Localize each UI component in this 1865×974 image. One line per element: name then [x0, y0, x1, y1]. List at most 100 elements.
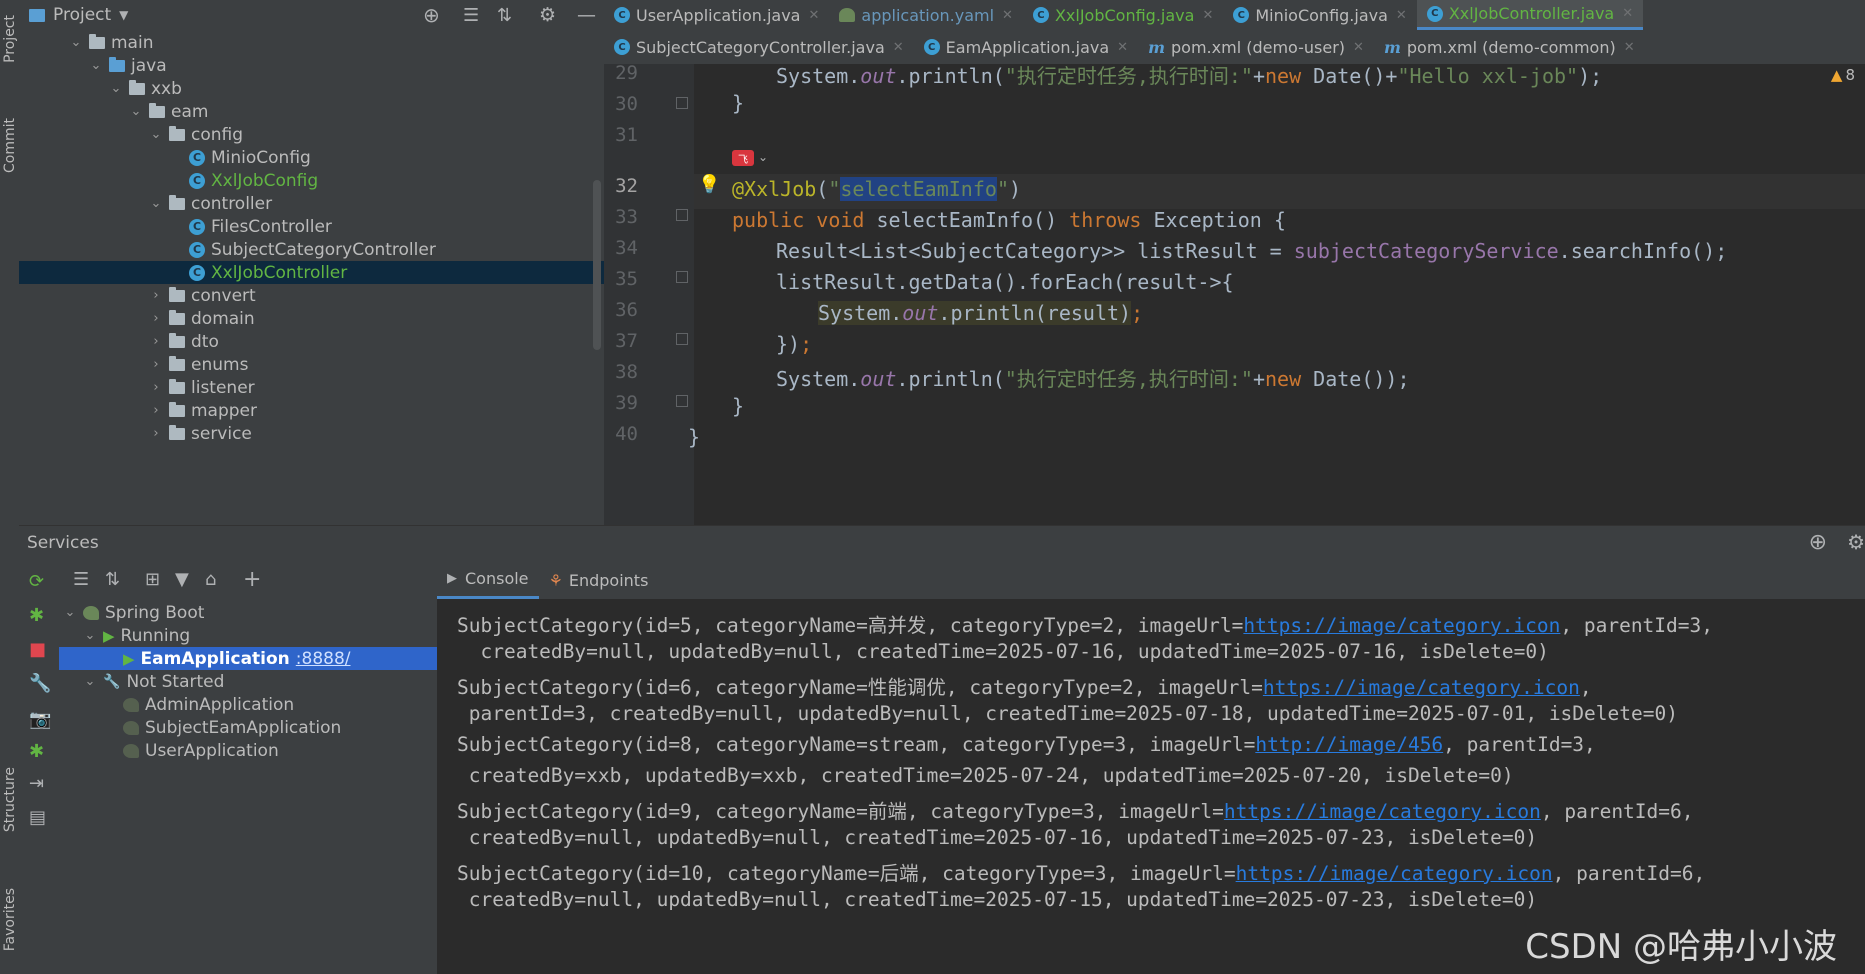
chevron-down-icon[interactable]: ⌄	[63, 605, 77, 620]
favorites-tool-tab[interactable]: Favorites	[0, 870, 19, 970]
service-port-link[interactable]: :8888/	[296, 649, 351, 669]
fold-marker[interactable]	[676, 209, 688, 221]
chevron-down-icon[interactable]: ⌄	[758, 150, 768, 164]
new-tab-icon[interactable]: ⌂	[205, 569, 216, 590]
fold-marker[interactable]	[676, 395, 688, 407]
chevron-right-icon[interactable]: ›	[149, 334, 163, 349]
code-editor[interactable]: 29 30 31 32 33 34 35 36 37 38 39 40 飞 ⌄ 💡 ▲ 8 Syste…	[604, 64, 1865, 525]
close-icon[interactable]: ✕	[1624, 40, 1635, 55]
project-tree-item[interactable]: ⌄ xxb	[19, 77, 604, 100]
project-tree-item[interactable]: SubjectCategoryController	[19, 238, 604, 261]
project-scrollbar[interactable]	[593, 180, 601, 350]
close-icon[interactable]: ✕	[1002, 8, 1013, 23]
editor-tab[interactable]: application.yaml ✕	[829, 0, 1023, 30]
chevron-right-icon[interactable]: ›	[149, 426, 163, 441]
debug-icon[interactable]: ✱	[29, 605, 44, 626]
project-tree-item[interactable]: ⌄ java	[19, 54, 604, 77]
chevron-right-icon[interactable]: ›	[149, 311, 163, 326]
close-icon[interactable]: ✕	[893, 40, 904, 55]
lightbulb-icon[interactable]: 💡	[698, 174, 720, 195]
service-tree-item[interactable]: ⌄ 🔧 Not Started	[59, 670, 437, 693]
project-tree-item[interactable]: › domain	[19, 307, 604, 330]
editor-tab[interactable]: C SubjectCategoryController.java ✕	[604, 30, 914, 64]
fold-marker[interactable]	[676, 271, 688, 283]
chevron-down-icon[interactable]: ⌄	[83, 628, 97, 643]
debug-attach-icon[interactable]: ✱	[29, 741, 44, 762]
wrench-icon[interactable]: 🔧	[29, 673, 51, 694]
chevron-down-icon[interactable]: ⌄	[149, 196, 163, 211]
project-tree-item[interactable]: › service	[19, 422, 604, 445]
project-tree-item[interactable]: ⌄ config	[19, 123, 604, 146]
console-output[interactable]: SubjectCategory(id=5, categoryName=高并发, …	[437, 599, 1865, 974]
service-tree-item[interactable]: ⌄ ▶ Running	[59, 624, 437, 647]
project-tree-item[interactable]: › dto	[19, 330, 604, 353]
chevron-right-icon[interactable]: ›	[149, 288, 163, 303]
project-tree-item[interactable]: › enums	[19, 353, 604, 376]
editor-tab[interactable]: m pom.xml (demo-common) ✕	[1374, 30, 1645, 64]
editor-tab[interactable]: C XxlJobController.java ✕	[1416, 0, 1644, 30]
chevron-down-icon[interactable]: ⌄	[83, 674, 97, 689]
editor-tab[interactable]: C XxlJobConfig.java ✕	[1023, 0, 1223, 30]
project-tool-tab[interactable]: Project	[0, 4, 19, 74]
project-panel-title[interactable]: Project	[53, 5, 111, 25]
expand-all-icon[interactable]: ☰	[463, 5, 479, 26]
service-tree-item[interactable]: ▶ EamApplication:8888/	[59, 647, 437, 670]
close-icon[interactable]: ✕	[808, 8, 819, 23]
editor-tab[interactable]: m pom.xml (demo-user) ✕	[1138, 30, 1374, 64]
expand-all-icon[interactable]: ☰	[73, 569, 89, 590]
chevron-right-icon[interactable]: ›	[149, 403, 163, 418]
project-tree-item[interactable]: › mapper	[19, 399, 604, 422]
filter-icon[interactable]: ▼	[175, 569, 189, 590]
rerun-icon[interactable]: ⟳	[29, 571, 44, 592]
close-icon[interactable]: ✕	[1396, 8, 1407, 23]
collapse-all-icon[interactable]: ⇅	[497, 5, 512, 26]
project-tree-item[interactable]: ⌄ eam	[19, 100, 604, 123]
project-tree-item[interactable]: FilesController	[19, 215, 604, 238]
console-link[interactable]: http://image/456	[1255, 733, 1443, 756]
add-icon[interactable]: +	[243, 567, 261, 592]
console-link[interactable]: https://image/category.icon	[1243, 614, 1560, 637]
editor-tab[interactable]: C UserApplication.java ✕	[604, 0, 829, 30]
project-tree-item[interactable]: › listener	[19, 376, 604, 399]
camera-icon[interactable]: 📷	[29, 709, 51, 730]
stop-icon[interactable]: ■	[29, 639, 46, 660]
close-icon[interactable]: ✕	[1117, 40, 1128, 55]
chevron-down-icon[interactable]: ⌄	[69, 35, 83, 50]
close-icon[interactable]: ✕	[1202, 8, 1213, 23]
chevron-right-icon[interactable]: ›	[149, 357, 163, 372]
service-tree-item[interactable]: UserApplication	[59, 739, 437, 762]
service-tree-item[interactable]: AdminApplication	[59, 693, 437, 716]
chevron-down-icon[interactable]: ⌄	[129, 104, 143, 119]
group-by-icon[interactable]: ⊞	[145, 569, 160, 590]
console-link[interactable]: https://image/category.icon	[1263, 676, 1580, 699]
fold-marker[interactable]	[676, 97, 688, 109]
console-link[interactable]: https://image/category.icon	[1224, 800, 1541, 823]
project-tree-item[interactable]: ⌄ main	[19, 31, 604, 54]
layout-icon[interactable]: ▤	[29, 807, 46, 828]
commit-tool-tab[interactable]: Commit	[0, 100, 19, 190]
locate-icon[interactable]: ⊕	[423, 3, 440, 27]
chevron-right-icon[interactable]: ›	[149, 380, 163, 395]
xxl-job-gutter-icon[interactable]: 飞	[732, 150, 754, 166]
project-tree-item[interactable]: XxlJobController	[19, 261, 604, 284]
chevron-down-icon[interactable]: ⌄	[109, 81, 123, 96]
exit-icon[interactable]: ⇥	[29, 773, 44, 794]
project-tree-item[interactable]: XxlJobConfig	[19, 169, 604, 192]
chevron-down-icon[interactable]: ▼	[119, 8, 128, 22]
close-icon[interactable]: ✕	[1353, 40, 1364, 55]
gear-icon[interactable]: ⚙	[539, 4, 556, 26]
editor-tab[interactable]: C MinioConfig.java ✕	[1223, 0, 1416, 30]
tab-console[interactable]: ▶ Console	[437, 561, 539, 599]
structure-tool-tab[interactable]: Structure	[0, 750, 19, 850]
collapse-all-icon[interactable]: ⇅	[105, 569, 120, 590]
service-tree-item[interactable]: SubjectEamApplication	[59, 716, 437, 739]
project-tree-item[interactable]: ⌄ controller	[19, 192, 604, 215]
fold-marker[interactable]	[676, 333, 688, 345]
tab-endpoints[interactable]: ⚘ Endpoints	[539, 561, 659, 599]
crosshair-icon[interactable]: ⊕	[1809, 530, 1827, 555]
minimize-icon[interactable]: —	[577, 4, 596, 26]
gear-icon[interactable]: ⚙	[1847, 530, 1865, 554]
warning-indicator[interactable]: ▲ 8	[1831, 66, 1855, 84]
chevron-down-icon[interactable]: ⌄	[89, 58, 103, 73]
service-tree-item[interactable]: ⌄ Spring Boot	[59, 601, 437, 624]
